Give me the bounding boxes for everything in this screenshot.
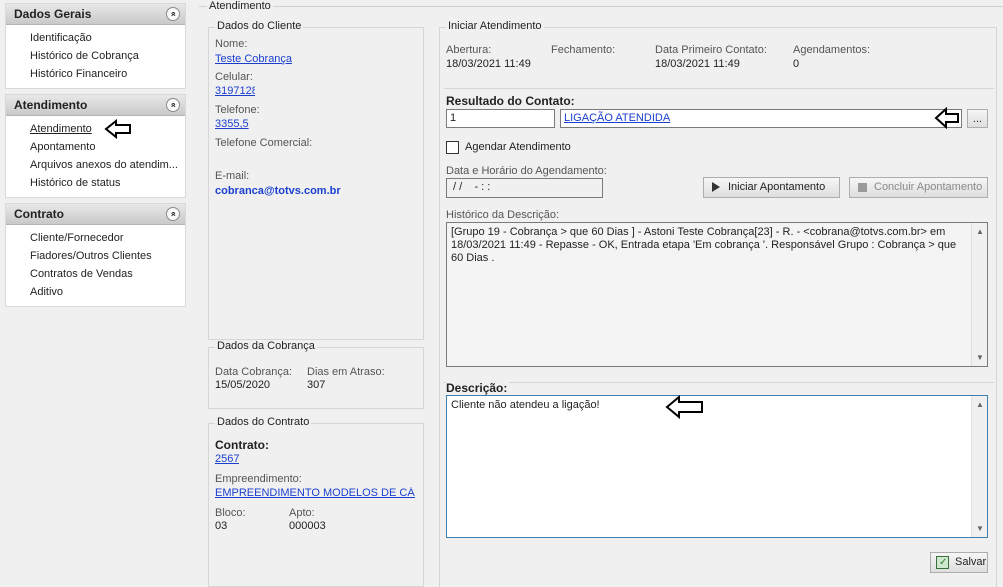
sidebar-item-apontamento[interactable]: Apontamento [30, 138, 185, 156]
apto-label: Apto: [289, 507, 315, 519]
salvar-button[interactable]: ✓ Salvar [930, 552, 988, 573]
button-label: Salvar [955, 556, 987, 568]
data-cobranca-value: 15/05/2020 [215, 379, 271, 391]
concluir-apontamento-button[interactable]: Concluir Apontamento [849, 177, 988, 198]
section-title: Dados Gerais [14, 7, 92, 21]
pointer-arrow-icon [104, 119, 131, 139]
agendamento-datetime-input[interactable]: / / - : : [446, 178, 603, 198]
group-title: Iniciar Atendimento [446, 20, 544, 32]
historico-scrollbar[interactable]: ▲ ▼ [971, 223, 987, 366]
sidebar-item-arquivos-anexos[interactable]: Arquivos anexos do atendim... [30, 156, 185, 174]
stop-icon [858, 183, 867, 192]
group-dados-cobranca: Dados da Cobrança Data Cobrança: 15/05/2… [208, 340, 424, 409]
group-dados-contrato: Dados do Contrato Contrato: 2567 Empreen… [208, 416, 424, 587]
telefone-label: Telefone: [215, 104, 260, 116]
sidebar-item-aditivo[interactable]: Aditivo [30, 283, 185, 301]
email-value[interactable]: cobranca@totvs.com.br [215, 185, 341, 197]
button-label: Concluir Apontamento [874, 181, 983, 193]
collapse-icon[interactable]: « [166, 207, 180, 221]
lookup-button[interactable]: ... [967, 109, 988, 128]
fechamento-label: Fechamento: [551, 44, 616, 56]
primeiro-contato-label: Data Primeiro Contato: [655, 44, 767, 56]
abertura-value: 18/03/2021 11:49 [446, 58, 531, 70]
celular-link[interactable]: 3197128 [215, 85, 255, 97]
sidebar-item-identificacao[interactable]: Identificação [30, 29, 185, 47]
sidebar-item-contratos-vendas[interactable]: Contratos de Vendas [30, 265, 185, 283]
contrato-label: Contrato: [215, 438, 269, 452]
section-dados-gerais: Dados Gerais « Identificação Histórico d… [5, 3, 186, 89]
descricao-label: Descrição: [446, 381, 510, 395]
collapse-icon[interactable]: « [166, 98, 180, 112]
iniciar-apontamento-button[interactable]: Iniciar Apontamento [703, 177, 840, 198]
scroll-down-icon[interactable]: ▼ [976, 351, 984, 364]
button-label: Iniciar Apontamento [728, 181, 826, 193]
email-label: E-mail: [215, 170, 250, 182]
apto-value: 000003 [289, 520, 326, 532]
main-panel: Atendimento Dados do Cliente Nome: Teste… [199, 0, 1003, 587]
section-atendimento: Atendimento « Atendimento Apontamento Ar… [5, 94, 186, 198]
celular-label: Celular: [215, 71, 253, 83]
group-iniciar-atendimento: Iniciar Atendimento Abertura: 18/03/2021… [439, 20, 997, 587]
scroll-up-icon[interactable]: ▲ [976, 398, 984, 411]
agendamento-label: Data e Horário do Agendamento: [446, 165, 607, 177]
bloco-label: Bloco: [215, 507, 246, 519]
resultado-label: Resultado do Contato: [446, 94, 575, 108]
agendar-label[interactable]: Agendar Atendimento [465, 141, 571, 153]
abertura-label: Abertura: [446, 44, 492, 56]
empreendimento-link[interactable]: EMPREENDIMENTO MODELOS DE CÁLC [215, 487, 415, 499]
pointer-arrow-icon [934, 107, 959, 129]
agendamentos-label: Agendamentos: [793, 44, 871, 56]
pointer-arrow-icon [665, 395, 703, 419]
group-title: Dados do Contrato [215, 416, 312, 428]
primeiro-contato-value: 18/03/2021 11:49 [655, 58, 740, 70]
dias-atraso-value: 307 [307, 379, 326, 391]
bloco-value: 03 [215, 520, 228, 532]
agendamentos-value: 0 [793, 58, 800, 70]
play-icon [712, 182, 720, 192]
page-title: Atendimento [207, 0, 273, 12]
resultado-descricao-input[interactable]: LIGAÇÃO ATENDIDA [560, 109, 962, 128]
section-header-atendimento[interactable]: Atendimento « [6, 95, 185, 116]
telefone-link[interactable]: 3355,5 [215, 118, 249, 130]
sidebar-item-historico-financeiro[interactable]: Histórico Financeiro [30, 65, 185, 83]
scroll-down-icon[interactable]: ▼ [976, 522, 984, 535]
group-title: Dados do Cliente [215, 20, 304, 32]
data-cobranca-label: Data Cobrança: [215, 366, 293, 378]
collapse-icon[interactable]: « [166, 7, 180, 21]
group-dados-cliente: Dados do Cliente Nome: Teste Cobrança Ce… [208, 20, 424, 340]
sidebar-item-fiadores[interactable]: Fiadores/Outros Clientes [30, 247, 185, 265]
nome-link[interactable]: Teste Cobrança [215, 53, 292, 65]
sidebar-item-historico-status[interactable]: Histórico de status [30, 174, 185, 192]
sidebar-item-historico-cobranca[interactable]: Histórico de Cobrança [30, 47, 185, 65]
section-contrato: Contrato « Cliente/Fornecedor Fiadores/O… [5, 203, 186, 307]
empreendimento-label: Empreendimento: [215, 473, 302, 485]
section-header-dados-gerais[interactable]: Dados Gerais « [6, 4, 185, 25]
section-title: Contrato [14, 207, 64, 221]
telefone-comercial-label: Telefone Comercial: [215, 137, 313, 149]
group-title: Dados da Cobrança [215, 340, 317, 352]
historico-text: [Grupo 19 - Cobrança > que 60 Dias ] - A… [451, 226, 957, 264]
sidebar-item-cliente-fornecedor[interactable]: Cliente/Fornecedor [30, 229, 185, 247]
save-icon: ✓ [936, 556, 949, 569]
dias-atraso-label: Dias em Atraso: [307, 366, 385, 378]
nome-label: Nome: [215, 38, 248, 50]
historico-label: Histórico da Descrição: [446, 209, 560, 221]
historico-textarea[interactable]: [Grupo 19 - Cobrança > que 60 Dias ] - A… [446, 222, 988, 367]
descricao-textarea[interactable]: Cliente não atendeu a ligação! ▲ ▼ [446, 395, 988, 538]
section-header-contrato[interactable]: Contrato « [6, 204, 185, 225]
descricao-text: Cliente não atendeu a ligação! [451, 399, 600, 411]
scroll-up-icon[interactable]: ▲ [976, 225, 984, 238]
sidebar: Dados Gerais « Identificação Histórico d… [0, 0, 192, 587]
contrato-link[interactable]: 2567 [215, 453, 239, 465]
section-title: Atendimento [14, 98, 88, 112]
resultado-codigo-input[interactable]: 1 [446, 109, 555, 128]
descricao-scrollbar[interactable]: ▲ ▼ [971, 396, 987, 537]
agendar-checkbox[interactable] [446, 141, 459, 154]
